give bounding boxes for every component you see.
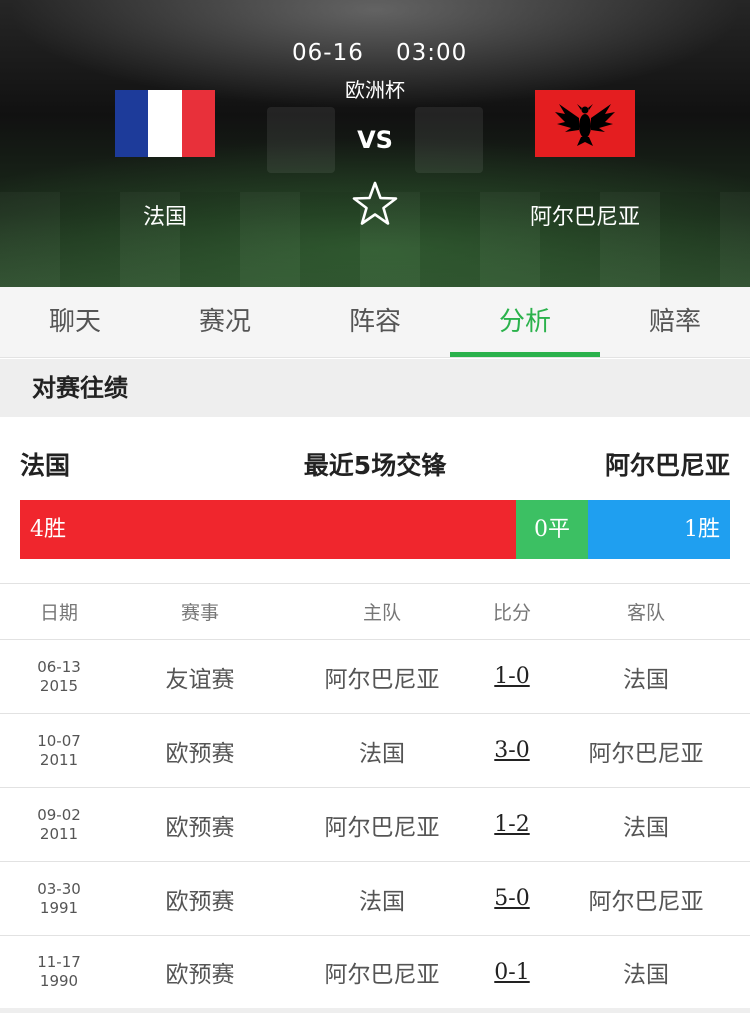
row-home-team: 法国	[359, 740, 405, 767]
row-home-team: 阿尔巴尼亚	[324, 962, 440, 988]
h2h-away-team: 阿尔巴尼亚	[604, 451, 730, 480]
row-away-team: 法国	[623, 814, 669, 841]
row-away-team: 阿尔巴尼亚	[588, 888, 704, 915]
table-row[interactable]: 11-17 1990 欧预赛 阿尔巴尼亚 0-1 法国	[0, 935, 750, 1009]
row-away-team: 法国	[623, 666, 669, 693]
league-name: 欧洲杯	[345, 78, 405, 102]
match-time: 03:00	[396, 40, 468, 66]
row-date: 09-02 2011	[37, 805, 81, 843]
home-team-name[interactable]: 法国	[65, 199, 265, 231]
header-away: 客队	[626, 602, 665, 624]
match-header: 06-16 03:00 欧洲杯 VS 法国 阿尔巴尼亚	[0, 0, 750, 287]
favorite-star-icon[interactable]	[351, 180, 399, 228]
h2h-home-team: 法国	[20, 451, 71, 480]
vs-label: VS	[357, 126, 393, 154]
section-title: 对赛往绩	[0, 359, 750, 417]
header-date: 日期	[39, 602, 78, 624]
row-score-link[interactable]: 5-0	[482, 886, 542, 911]
row-competition: 欧预赛	[165, 814, 235, 841]
eagle-icon	[555, 104, 615, 146]
wins-segment: 4胜	[20, 500, 516, 559]
h2h-result-bar: 4胜 0平 1胜	[20, 500, 730, 559]
away-team-flag[interactable]	[535, 90, 635, 157]
away-score-box	[415, 107, 483, 173]
tab-analysis[interactable]: 分析	[450, 287, 600, 357]
tab-live[interactable]: 赛况	[150, 287, 300, 357]
h2h-table: 日期 赛事 主队 比分 客队 06-13 2015 友谊赛 阿尔巴尼亚 1-0 法…	[0, 583, 750, 1009]
row-date: 06-13 2015	[37, 657, 81, 695]
table-row[interactable]: 10-07 2011 欧预赛 法国 3-0 阿尔巴尼亚	[0, 713, 750, 787]
row-competition: 欧预赛	[165, 962, 235, 988]
tab-chat[interactable]: 聊天	[0, 287, 150, 357]
row-away-team: 阿尔巴尼亚	[588, 740, 704, 767]
row-home-team: 法国	[359, 888, 405, 915]
row-score-link[interactable]: 1-2	[482, 812, 542, 837]
away-team-name[interactable]: 阿尔巴尼亚	[485, 199, 685, 231]
table-header: 日期 赛事 主队 比分 客队	[0, 583, 750, 639]
tab-bar: 聊天 赛况 阵容 分析 赔率	[0, 287, 750, 358]
row-date: 11-17 1990	[37, 953, 81, 990]
row-away-team: 法国	[623, 962, 669, 988]
h2h-header: 最近5场交锋 法国 阿尔巴尼亚	[20, 430, 730, 494]
row-competition: 欧预赛	[165, 740, 235, 767]
table-row[interactable]: 03-30 1991 欧预赛 法国 5-0 阿尔巴尼亚	[0, 861, 750, 935]
row-home-team: 阿尔巴尼亚	[324, 814, 440, 841]
header-home: 主队	[362, 602, 401, 624]
row-date: 03-30 1991	[37, 879, 81, 917]
header-score: 比分	[492, 602, 531, 624]
row-score-link[interactable]: 0-1	[482, 960, 542, 985]
row-date: 10-07 2011	[37, 731, 81, 769]
header-competition: 赛事	[180, 602, 219, 624]
row-home-team: 阿尔巴尼亚	[324, 666, 440, 693]
row-score-link[interactable]: 3-0	[482, 738, 542, 763]
table-row[interactable]: 09-02 2011 欧预赛 阿尔巴尼亚 1-2 法国	[0, 787, 750, 861]
tab-lineup[interactable]: 阵容	[300, 287, 450, 357]
bottom-divider	[0, 1008, 750, 1013]
losses-segment: 1胜	[588, 500, 730, 559]
match-date: 06-16	[292, 40, 364, 66]
row-competition: 友谊赛	[165, 666, 235, 693]
row-score-link[interactable]: 1-0	[482, 664, 542, 689]
row-competition: 欧预赛	[165, 888, 235, 915]
tab-odds[interactable]: 赔率	[600, 287, 750, 357]
table-row[interactable]: 06-13 2015 友谊赛 阿尔巴尼亚 1-0 法国	[0, 639, 750, 713]
draws-segment: 0平	[516, 500, 588, 559]
